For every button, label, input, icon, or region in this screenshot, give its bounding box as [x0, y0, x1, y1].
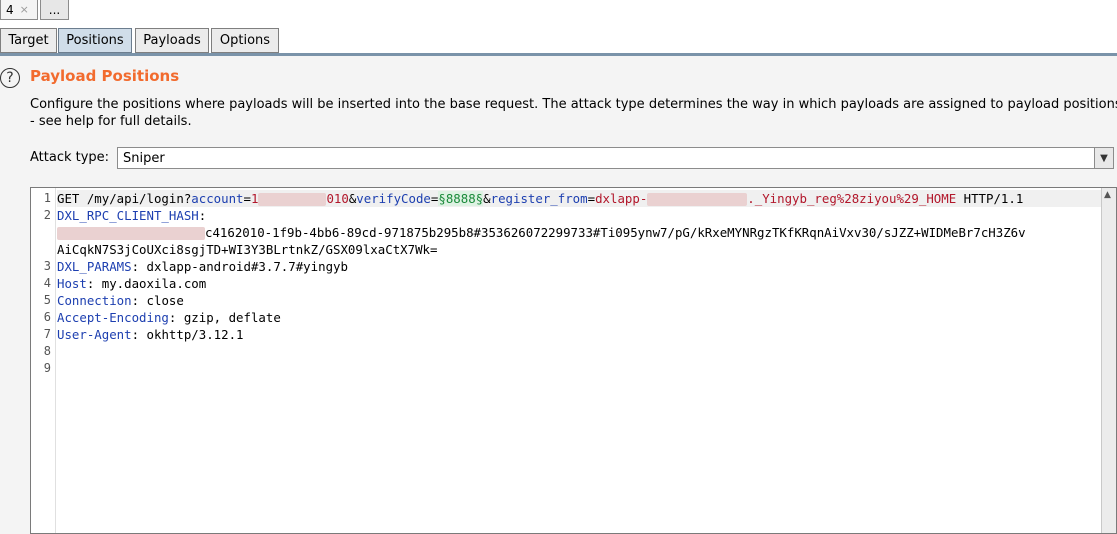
request-tab-4[interactable]: 4 ×: [0, 0, 38, 20]
redacted-value: [647, 193, 748, 206]
header-name: Accept-Encoding: [57, 310, 169, 325]
tab-positions-label: Positions: [66, 33, 124, 48]
request-tab-bar: 4 × ...: [0, 0, 1117, 23]
param-value: ._Yingyb_reg%28ziyou%29_HOME: [747, 191, 957, 206]
header-value: : my.daoxila.com: [86, 276, 207, 291]
header-value: : okhttp/3.12.1: [131, 327, 244, 342]
chevron-down-icon[interactable]: ▼: [1094, 148, 1113, 168]
header-value: c4162010-1f9b-4bb6-89cd-971875b295b8#353…: [205, 225, 1026, 240]
header-name: DXL_RPC_CLIENT_HASH: [57, 208, 199, 223]
header-line: Accept-Encoding: gzip, deflate: [57, 309, 281, 326]
attack-type-select[interactable]: Sniper ▼: [117, 147, 1114, 169]
attack-type-label: Attack type:: [30, 150, 110, 165]
tab-options-label: Options: [219, 33, 271, 48]
param-value: 010: [326, 191, 349, 206]
header-line: Host: my.daoxila.com: [57, 275, 206, 292]
description-line-2: - see help for full details.: [30, 114, 192, 129]
vertical-scrollbar[interactable]: ▲: [1101, 188, 1116, 533]
payload-position-marker[interactable]: §8888§: [438, 191, 484, 206]
ampersand: &: [483, 191, 491, 206]
header-line: Connection: close: [57, 292, 184, 309]
header-separator: :: [198, 208, 207, 223]
header-name: DXL_PARAMS: [57, 259, 132, 274]
header-line: User-Agent: okhttp/3.12.1: [57, 326, 244, 343]
panel-description: Configure the positions where payloads w…: [30, 96, 1117, 130]
line-number: 9: [43, 361, 51, 375]
tab-payloads[interactable]: Payloads: [135, 28, 209, 53]
param-verifycode: verifyCode: [356, 191, 431, 206]
request-tab-more-label: ...: [48, 2, 61, 17]
page-title: Payload Positions: [30, 67, 180, 85]
request-editor[interactable]: 1 2 3 4 5 6 7 8 9 GET /my/api/login?acco…: [30, 187, 1117, 534]
header-value: : close: [131, 293, 184, 308]
equals: =: [243, 191, 251, 206]
param-account: account: [191, 191, 244, 206]
header-line: DXL_PARAMS: dxlapp-android#3.7.7#yingyb: [57, 258, 348, 275]
description-line-1: Configure the positions where payloads w…: [30, 97, 1117, 112]
header-continuation: c4162010-1f9b-4bb6-89cd-971875b295b8#353…: [57, 224, 1026, 241]
line-number: 2: [43, 208, 51, 222]
line-number-gutter: 1 2 3 4 5 6 7 8 9: [31, 188, 56, 533]
request-tab-label: 4: [6, 2, 14, 17]
tab-target-label: Target: [8, 33, 49, 48]
tab-options[interactable]: Options: [211, 28, 279, 53]
header-name: Connection: [57, 293, 132, 308]
line-number: 8: [43, 344, 51, 358]
close-icon[interactable]: ×: [20, 3, 29, 16]
line-number: 1: [43, 191, 51, 205]
http-version: HTTP/1.1: [956, 191, 1024, 206]
header-continuation: AiCqkN7S3jCoUXci8sgjTD+WI3Y3BLrtnkZ/GSX0…: [57, 241, 437, 258]
request-method-path: GET /my/api/login?: [57, 191, 192, 206]
tab-positions[interactable]: Positions: [58, 28, 132, 53]
line-number: 3: [43, 259, 51, 273]
line-number: 4: [43, 276, 51, 290]
header-name: User-Agent: [57, 327, 132, 342]
redacted-value: [57, 227, 205, 240]
intruder-sub-tabs: Target Positions Payloads Options: [0, 22, 1117, 56]
redacted-value: [258, 193, 327, 206]
header-value: AiCqkN7S3jCoUXci8sgjTD+WI3Y3BLrtnkZ/GSX0…: [57, 242, 438, 257]
line-number: 6: [43, 310, 51, 324]
request-line: GET /my/api/login?account=1 010&verifyCod…: [57, 190, 1107, 207]
attack-type-value: Sniper: [123, 150, 165, 166]
header-value: : gzip, deflate: [168, 310, 281, 325]
question-circle-icon[interactable]: ?: [0, 68, 20, 88]
tab-target[interactable]: Target: [0, 28, 57, 53]
scroll-up-arrow-icon[interactable]: ▲: [1104, 190, 1111, 200]
tab-payloads-label: Payloads: [143, 33, 201, 48]
request-tab-more[interactable]: ...: [40, 0, 69, 20]
param-register-from: register_from: [490, 191, 588, 206]
line-number: 5: [43, 293, 51, 307]
param-value: dxlapp-: [595, 191, 648, 206]
line-number: 7: [43, 327, 51, 341]
header-line: DXL_RPC_CLIENT_HASH:: [57, 207, 206, 224]
header-name: Host: [57, 276, 87, 291]
request-code[interactable]: GET /my/api/login?account=1 010&verifyCod…: [57, 188, 1107, 383]
equals: =: [587, 191, 596, 206]
header-value: : dxlapp-android#3.7.7#yingyb: [131, 259, 348, 274]
param-value: 1: [250, 191, 259, 206]
